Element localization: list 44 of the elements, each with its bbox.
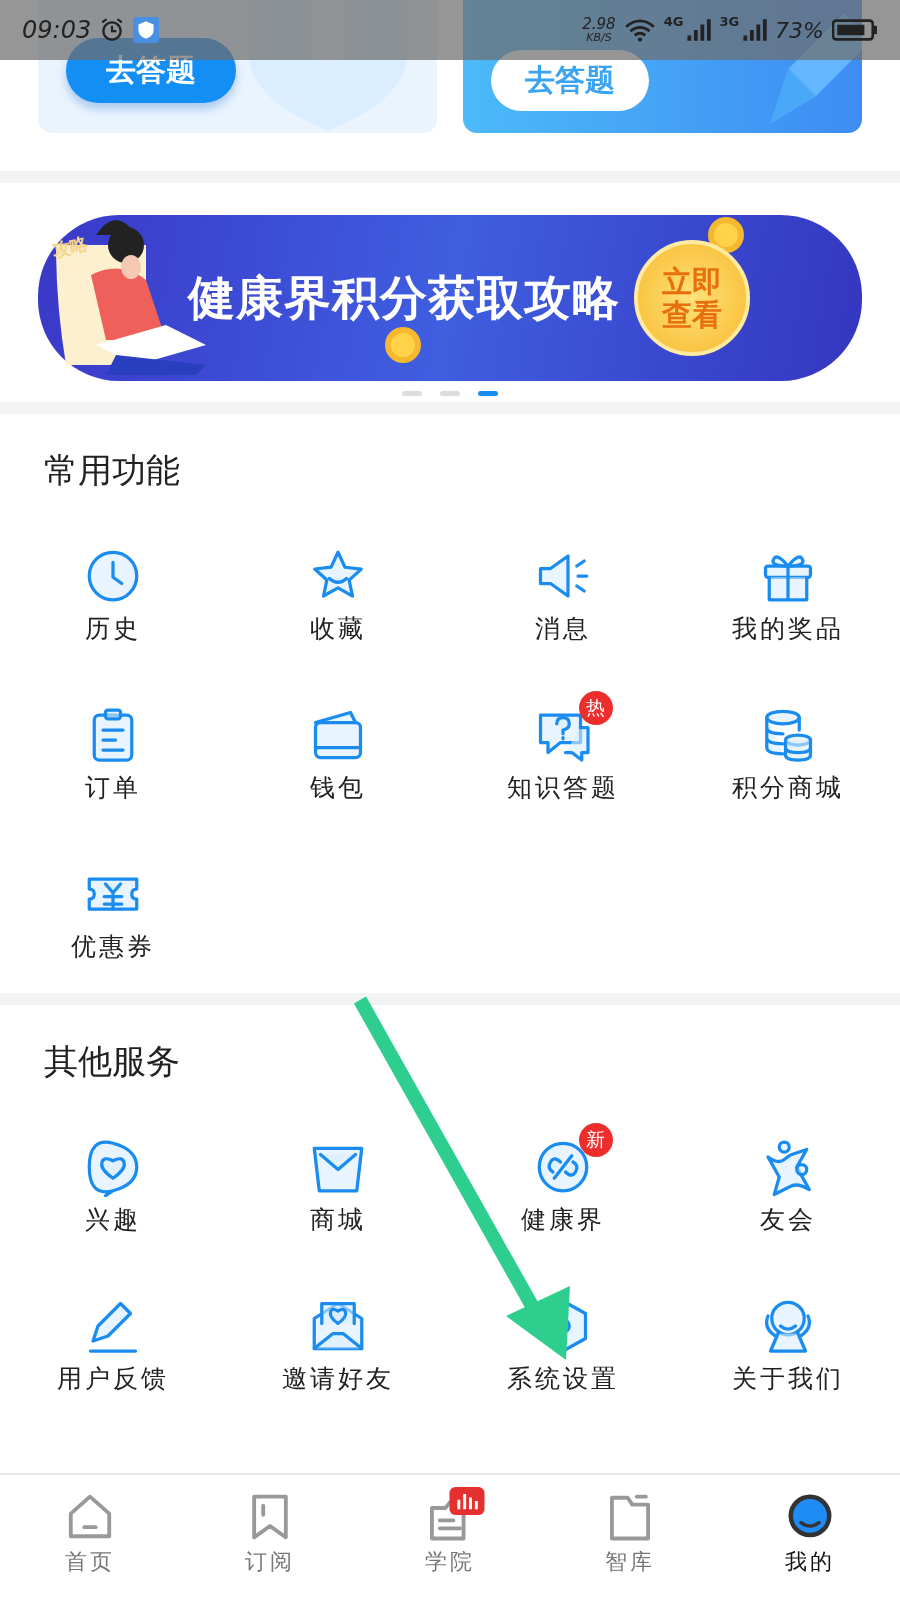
menu-item[interactable]: 新 健康界 xyxy=(450,1121,675,1236)
menu-item[interactable]: 我的奖品 xyxy=(675,530,900,645)
nav-tab[interactable]: 学院 xyxy=(360,1475,540,1600)
nav-tab[interactable]: 我的 xyxy=(720,1475,900,1600)
banner-title: 健康界积分获取攻略 xyxy=(188,268,620,327)
nav-tab[interactable]: 首页 xyxy=(0,1475,180,1600)
banner-tag: 攻略 xyxy=(49,231,91,263)
section-title: 常用功能 xyxy=(44,449,181,492)
menu-item[interactable]: 历史 xyxy=(0,530,225,645)
promo-banner[interactable]: 攻略 健康界积分获取攻略 立即查看 xyxy=(38,215,862,381)
menu-item[interactable]: 用户反馈 xyxy=(0,1280,225,1395)
menu-item[interactable]: 友会 xyxy=(675,1121,900,1236)
speed-unit: KB/S xyxy=(586,32,612,45)
menu-item[interactable]: 收藏 xyxy=(225,530,450,645)
coin-icon xyxy=(706,215,746,255)
wifi-icon xyxy=(623,17,656,43)
badge: 热 xyxy=(578,691,613,725)
menu-item[interactable]: 优惠券 xyxy=(0,848,225,963)
menu-item[interactable]: 邀请好友 xyxy=(225,1280,450,1395)
badge: 新 xyxy=(578,1123,613,1157)
signal-icon xyxy=(685,17,712,43)
menu-item[interactable]: 兴趣 xyxy=(0,1121,225,1236)
page-indicator[interactable] xyxy=(440,391,460,396)
nav-tab[interactable]: 订阅 xyxy=(180,1475,360,1600)
menu-item[interactable]: 订单 xyxy=(0,689,225,804)
menu-item[interactable]: 热 知识答题 xyxy=(450,689,675,804)
speed-value: 2.98 xyxy=(582,15,616,33)
shield-icon xyxy=(133,17,160,43)
page-indicator[interactable] xyxy=(478,391,498,396)
signal-icon xyxy=(741,17,768,43)
menu-item[interactable]: 关于我们 xyxy=(675,1280,900,1395)
bar-chart-icon xyxy=(449,1487,485,1515)
menu-item[interactable]: 商城 xyxy=(225,1121,450,1236)
coin-icon xyxy=(383,325,423,365)
menu-item[interactable]: 积分商城 xyxy=(675,689,900,804)
menu-item[interactable]: 消息 xyxy=(450,530,675,645)
battery-percent: 73% xyxy=(775,17,824,43)
section-title: 其他服务 xyxy=(44,1040,181,1083)
battery-icon xyxy=(832,18,878,42)
nav-tab[interactable]: 智库 xyxy=(540,1475,720,1600)
network-type: 3G xyxy=(719,14,740,29)
page-indicator[interactable] xyxy=(402,391,422,396)
menu-item[interactable]: 钱包 xyxy=(225,689,450,804)
network-type: 4G xyxy=(663,14,684,29)
